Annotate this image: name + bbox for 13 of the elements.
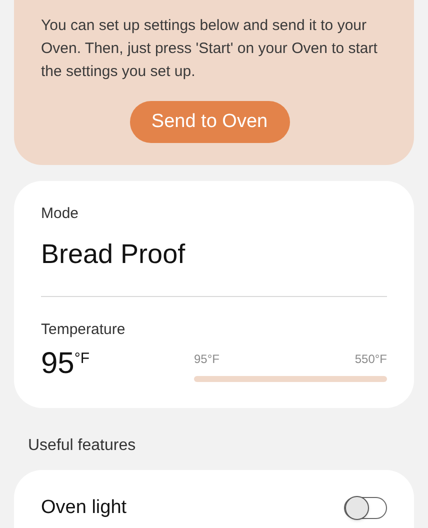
range-min-label: 95°F	[194, 350, 220, 368]
temperature-label: Temperature	[41, 320, 126, 340]
section-title: Useful features	[28, 436, 137, 456]
temperature-unit: °F	[74, 348, 90, 368]
mode-label: Mode	[41, 204, 80, 224]
feature-label: Oven light	[41, 496, 127, 520]
send-to-oven-button[interactable]: Send to Oven	[130, 101, 290, 143]
range-max-label: 550°F	[354, 350, 387, 368]
panel-description: You can set up settings below and send it to your Oven. Then, just press 'Start' on your Oven to start the settings you set up.	[41, 16, 378, 82]
toggle-switch[interactable]	[344, 496, 387, 519]
temperature-value: 95	[41, 346, 74, 382]
mode-value: Bread Proof	[41, 238, 186, 270]
temperature-slider[interactable]	[194, 376, 387, 382]
